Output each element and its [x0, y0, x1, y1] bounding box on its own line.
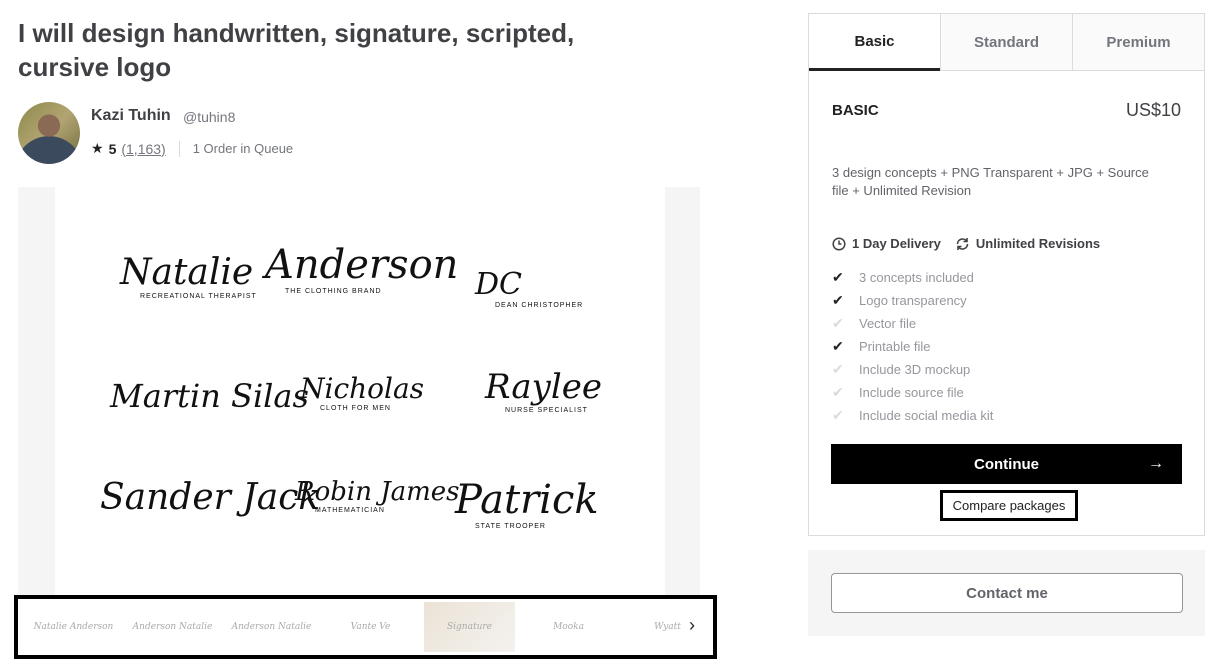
signature-tagline: MATHEMATICIAN	[315, 507, 385, 514]
signature-logo: Nicholas CLOTH FOR MEN	[300, 372, 424, 412]
delivery-time: 1 Day Delivery	[852, 236, 941, 251]
contact-section: Contact me	[808, 550, 1205, 636]
review-count-link[interactable]: (1,163)	[121, 141, 165, 157]
signature-name: DC	[475, 267, 523, 302]
signature-name: Martin Silas	[110, 377, 309, 415]
thumbnail[interactable]: Mooka	[523, 602, 614, 652]
check-icon: ✔	[832, 384, 844, 400]
star-icon: ★	[91, 140, 104, 156]
signature-tagline: THE CLOTHING BRAND	[285, 288, 382, 295]
check-icon: ✔	[832, 315, 844, 331]
signature-logo: Raylee NURSE SPECIALIST	[485, 367, 602, 414]
feature-item: ✔ 3 concepts included	[832, 266, 993, 289]
rating-score: 5	[108, 140, 117, 157]
compare-packages-link[interactable]: Compare packages	[940, 490, 1078, 521]
gallery-thumbnail-strip: Natalie Anderson Anderson Natalie Anders…	[14, 595, 717, 659]
signature-name: Natalie	[120, 252, 254, 293]
continue-label: Continue	[974, 455, 1039, 473]
package-meta: 1 Day Delivery Unlimited Revisions	[832, 236, 1100, 251]
signature-tagline: DEAN CHRISTOPHER	[495, 302, 584, 309]
feature-label: Include 3D mockup	[859, 362, 971, 377]
seller-rating: ★ 5 (1,163) 1 Order in Queue	[91, 140, 293, 157]
thumbnail[interactable]: Anderson Natalie	[226, 602, 317, 652]
feature-label: 3 concepts included	[859, 270, 974, 285]
feature-label: Printable file	[859, 339, 931, 354]
arrow-right-icon: →	[1148, 455, 1164, 472]
gallery-image: Natalie RECREATIONAL THERAPIST Anderson THE…	[55, 187, 665, 595]
package-panel: Basic Standard Premium BASIC US$10 3 des…	[808, 13, 1205, 536]
check-icon: ✔	[832, 361, 844, 377]
signature-tagline: NURSE SPECIALIST	[505, 407, 588, 414]
signature-name: Sander Jack	[100, 477, 321, 518]
tab-standard[interactable]: Standard	[940, 14, 1072, 70]
signature-logo: DC DEAN CHRISTOPHER	[475, 267, 583, 309]
thumbnail[interactable]: Vante Ve	[325, 602, 416, 652]
gallery-main-image[interactable]: Natalie RECREATIONAL THERAPIST Anderson THE…	[18, 187, 700, 595]
seller-avatar[interactable]	[18, 102, 80, 164]
signature-name: Patrick	[455, 477, 599, 523]
continue-button[interactable]: Continue →	[831, 444, 1182, 484]
signature-name: Nicholas	[300, 372, 425, 405]
feature-label: Include source file	[859, 385, 964, 400]
gig-title: I will design handwritten, signature, sc…	[18, 18, 575, 82]
signature-name: Raylee	[485, 367, 602, 407]
check-icon: ✔	[832, 269, 844, 285]
feature-item: ✔ Vector file	[832, 312, 993, 335]
signature-logo: Robin James MATHEMATICIAN	[295, 477, 460, 514]
check-icon: ✔	[832, 338, 844, 354]
contact-me-button[interactable]: Contact me	[831, 573, 1183, 613]
seller-handle: @tuhin8	[183, 109, 236, 125]
refresh-icon	[956, 237, 969, 250]
feature-item: ✔ Logo transparency	[832, 289, 993, 312]
signature-logo: Patrick STATE TROOPER	[455, 477, 599, 530]
package-description: 3 design concepts + PNG Transparent + JP…	[832, 165, 1149, 198]
signature-logo: Sander Jack	[100, 477, 320, 518]
check-icon: ✔	[832, 407, 844, 423]
chevron-right-icon[interactable]: ›	[689, 615, 695, 636]
feature-label: Logo transparency	[859, 293, 967, 308]
signature-tagline: CLOTH FOR MEN	[320, 405, 391, 412]
feature-item: ✔ Include social media kit	[832, 404, 993, 427]
signature-logo: Anderson THE CLOTHING BRAND	[265, 242, 458, 295]
package-name: BASIC	[832, 102, 879, 119]
clock-icon	[832, 236, 846, 251]
feature-label: Vector file	[859, 316, 917, 331]
thumbnail[interactable]: Anderson Natalie	[127, 602, 218, 652]
order-queue: 1 Order in Queue	[192, 141, 294, 156]
feature-label: Include social media kit	[859, 408, 994, 423]
divider	[178, 140, 180, 157]
feature-item: ✔ Printable file	[832, 335, 993, 358]
check-icon: ✔	[832, 292, 844, 308]
revisions: Unlimited Revisions	[975, 236, 1101, 251]
signature-name: Robin James	[295, 477, 460, 507]
seller-name[interactable]: Kazi Tuhin	[91, 107, 171, 125]
signature-logo: Martin Silas	[110, 377, 309, 415]
feature-item: ✔ Include 3D mockup	[832, 358, 993, 381]
signature-tagline: RECREATIONAL THERAPIST	[140, 293, 257, 300]
package-price: US$10	[1125, 100, 1181, 120]
feature-item: ✔ Include source file	[832, 381, 993, 404]
thumbnail[interactable]: Wyatt	[622, 602, 713, 652]
tab-basic[interactable]: Basic	[809, 14, 940, 71]
tab-premium[interactable]: Premium	[1072, 14, 1204, 70]
package-tabs: Basic Standard Premium	[809, 14, 1204, 71]
thumbnail[interactable]: Signature	[424, 602, 515, 652]
signature-name: Anderson	[265, 242, 459, 288]
thumbnail[interactable]: Natalie Anderson	[28, 602, 119, 652]
feature-list: ✔ 3 concepts included ✔ Logo transparency ✔ V…	[832, 266, 993, 427]
signature-tagline: STATE TROOPER	[475, 523, 546, 530]
signature-logo: Natalie RECREATIONAL THERAPIST	[120, 252, 257, 300]
